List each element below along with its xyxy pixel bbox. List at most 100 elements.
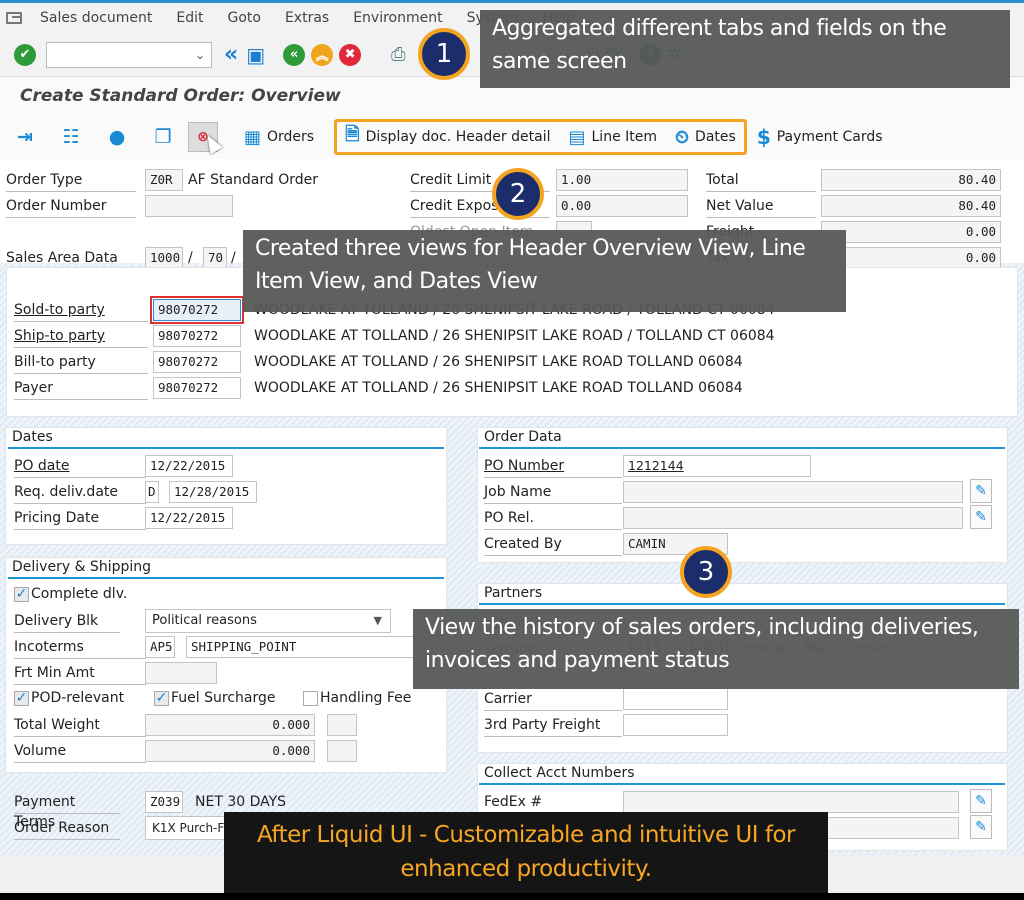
edit-document-icon[interactable]: ✎	[970, 479, 992, 503]
sales-org-field[interactable]: 1000	[145, 247, 183, 269]
order-reason-label: Order Reason	[14, 818, 120, 840]
print-icon[interactable]: ⎙	[391, 44, 405, 65]
divider	[479, 603, 1005, 605]
order-type-field[interactable]: Z0R	[145, 169, 183, 191]
credit-exposure-field[interactable]: 0.00	[556, 195, 688, 217]
freight-field[interactable]: 0.00	[821, 221, 1001, 243]
third-party-freight-field[interactable]	[623, 714, 728, 736]
edit-document-icon[interactable]: ✎	[970, 789, 992, 813]
menu-edit[interactable]: Edit	[176, 10, 203, 26]
callout-2-text: Created three views for Header Overview …	[243, 230, 846, 312]
enter-icon[interactable]: ✔	[14, 43, 36, 66]
sold-to-label: Sold-to party	[14, 300, 148, 322]
carrier-field[interactable]	[623, 688, 728, 710]
order-number-field[interactable]	[145, 195, 233, 217]
menu-sales-document[interactable]: Sales document	[40, 10, 152, 26]
po-number-label: PO Number	[484, 456, 622, 478]
check-icon: ✓	[14, 586, 29, 602]
third-party-freight-label: 3rd Party Freight	[484, 715, 622, 737]
exit-icon[interactable]: ︽	[311, 43, 334, 66]
payment-terms-label: Payment Terms	[14, 792, 120, 830]
bill-to-field[interactable]: 98070272	[153, 351, 241, 373]
pod-relevant-checkbox[interactable]: ✓ POD-relevant	[14, 690, 124, 706]
req-deliv-field[interactable]: 12/28/2015	[169, 481, 257, 503]
orders-button[interactable]: ▦ Orders	[244, 127, 314, 148]
carrier-label: Carrier	[484, 689, 622, 711]
pod-relevant-label: POD-relevant	[31, 690, 125, 706]
fedex-field[interactable]	[623, 791, 959, 813]
divider	[8, 577, 444, 579]
frt-min-amt-label: Frt Min Amt	[14, 663, 146, 685]
delivery-blk-dropdown[interactable]: Political reasons ▼	[145, 609, 391, 633]
volume-unit-field[interactable]	[327, 740, 357, 762]
system-menu-icon[interactable]	[6, 12, 22, 24]
menu-extras[interactable]: Extras	[285, 10, 329, 26]
divider	[479, 783, 1005, 785]
calendar-icon: ⏲	[675, 126, 690, 148]
import-icon[interactable]: ⇥	[14, 126, 36, 148]
callout-3-text: View the history of sales orders, includ…	[413, 609, 1019, 689]
volume-label: Volume	[14, 741, 146, 763]
chevron-down-icon[interactable]: ⌄	[195, 48, 205, 62]
fedex-label: FedEx #	[484, 792, 622, 814]
credit-limit-field[interactable]: 1.00	[556, 169, 688, 191]
job-name-label: Job Name	[484, 482, 622, 504]
cancel-icon[interactable]: ✖	[339, 43, 362, 66]
weight-unit-field[interactable]	[327, 714, 357, 736]
req-deliv-format-field[interactable]: D	[145, 481, 159, 503]
back-icon[interactable]: «	[224, 43, 238, 66]
list-icon: ▤	[568, 126, 586, 148]
job-name-field[interactable]	[623, 481, 963, 503]
ship-to-desc: WOODLAKE AT TOLLAND / 26 SHENIPSIT LAKE …	[254, 328, 775, 344]
header-detail-button[interactable]: 🗎 Display doc. Header detail	[345, 122, 550, 152]
command-field[interactable]: ⌄	[46, 41, 212, 68]
pricing-date-field[interactable]: 12/22/2015	[145, 507, 233, 529]
payer-field[interactable]: 98070272	[153, 377, 241, 399]
complete-dlv-checkbox[interactable]: ✓ Complete dlv.	[14, 586, 127, 602]
incoterms-code-field[interactable]: AP5	[145, 636, 175, 658]
dates-title: Dates	[12, 429, 53, 445]
payment-cards-button[interactable]: $ Payment Cards	[757, 125, 883, 149]
delivery-blk-value: Political reasons	[152, 613, 257, 628]
incoterms-desc-field[interactable]: SHIPPING_POINT	[186, 636, 416, 658]
bill-to-label: Bill-to party	[14, 352, 148, 374]
line-item-label: Line Item	[591, 129, 658, 145]
payment-terms-desc: NET 30 DAYS	[195, 794, 287, 810]
handling-fee-checkbox[interactable]: Handling Fee	[303, 690, 411, 706]
sold-to-field[interactable]: 98070272	[150, 296, 244, 324]
person-icon[interactable]: ●	[106, 126, 128, 148]
total-weight-field[interactable]: 0.000	[145, 714, 315, 736]
callout-1-badge: 1	[418, 28, 470, 80]
edit-document-icon[interactable]: ✎	[970, 815, 992, 839]
customer-list-icon[interactable]: ☷	[60, 126, 82, 148]
document-search-icon: 🗎	[345, 124, 360, 145]
frt-min-amt-field[interactable]	[145, 662, 217, 684]
callout-1-text: Aggregated different tabs and fields on …	[480, 10, 1010, 88]
payment-cards-label: Payment Cards	[776, 129, 883, 145]
order-type-desc: AF Standard Order	[188, 172, 319, 188]
save-icon[interactable]: ▣	[246, 45, 265, 65]
fuel-surcharge-checkbox[interactable]: ✓ Fuel Surcharge	[154, 690, 275, 706]
payment-terms-field[interactable]: Z039	[145, 791, 183, 813]
dist-channel-field[interactable]: 70	[203, 247, 227, 269]
volume-field[interactable]: 0.000	[145, 740, 315, 762]
net-value-field[interactable]: 80.40	[821, 195, 1001, 217]
ship-to-field[interactable]: 98070272	[153, 325, 241, 347]
line-item-button[interactable]: ▤ Line Item	[568, 127, 657, 148]
chevron-down-icon: ▼	[373, 614, 382, 627]
tax-field[interactable]: 0.00	[821, 247, 1001, 269]
po-number-field[interactable]: 1212144	[623, 455, 811, 477]
delivery-blk-label: Delivery Blk	[14, 611, 120, 633]
window-bottom-border	[0, 893, 1024, 900]
menu-environment[interactable]: Environment	[353, 10, 442, 26]
back-green-icon[interactable]: «	[283, 43, 306, 66]
po-rel-field[interactable]	[623, 507, 963, 529]
menu-goto[interactable]: Goto	[227, 10, 260, 26]
dates-button[interactable]: ⏲ Dates	[675, 127, 736, 148]
documents-icon[interactable]: ❐	[152, 126, 174, 148]
edit-document-icon[interactable]: ✎	[970, 505, 992, 529]
handling-fee-label: Handling Fee	[320, 690, 412, 706]
total-field[interactable]: 80.40	[821, 169, 1001, 191]
dollar-icon: $	[756, 125, 771, 149]
po-date-field[interactable]: 12/22/2015	[145, 455, 233, 477]
